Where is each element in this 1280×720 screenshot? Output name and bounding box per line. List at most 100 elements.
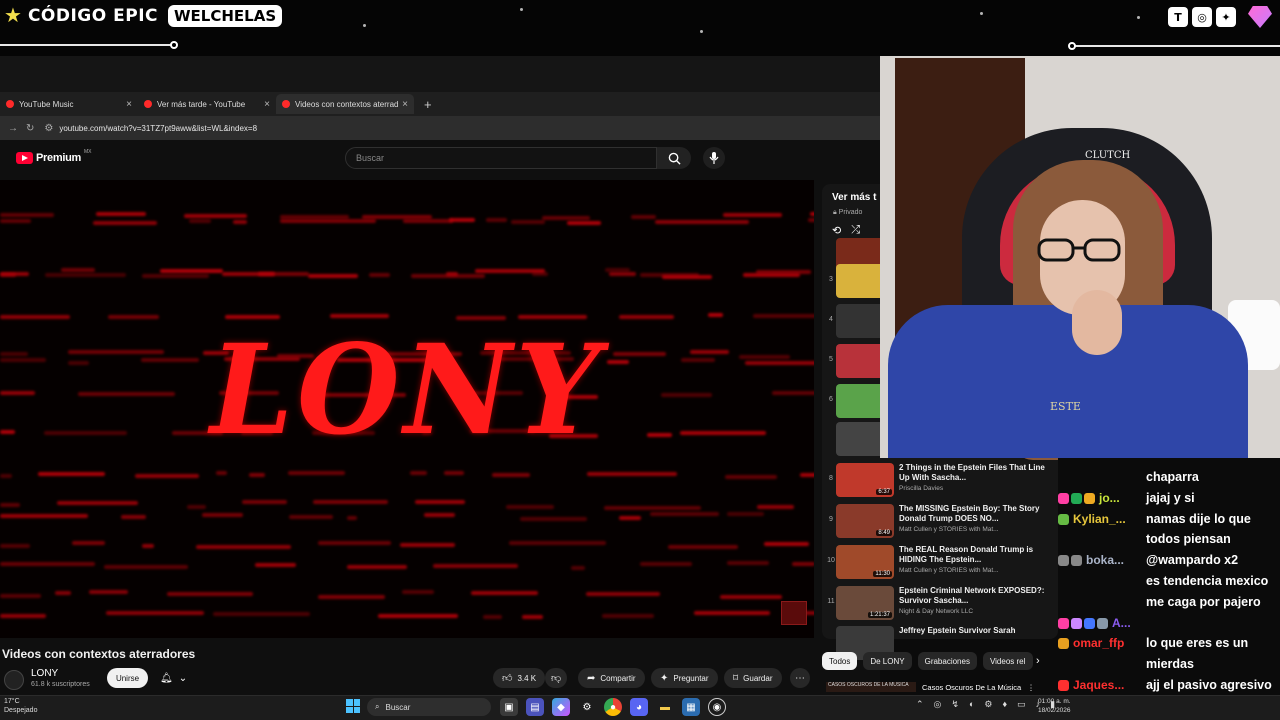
chip-from-channel[interactable]: De LONY [863, 652, 912, 670]
chat-username[interactable]: boka... [1086, 553, 1124, 567]
channel-name[interactable]: LONY [31, 668, 58, 679]
chrome-icon[interactable]: ● [604, 698, 622, 716]
chat-message: omar_ffp lo que eres es un [1058, 633, 1280, 654]
microphone-icon[interactable]: ♦ [1002, 699, 1007, 710]
playlist-item-channel: Matt Cullen y STORIES with Mat... [899, 567, 999, 574]
chat-username[interactable]: Kylian_... [1073, 512, 1126, 526]
glitch-streak [757, 505, 795, 510]
chat-badges [1058, 555, 1082, 567]
badge-icon [1071, 555, 1082, 567]
date: 18/02/2026 [1038, 707, 1071, 714]
chevron-down-icon: ⌄ [178, 672, 188, 684]
url-text[interactable]: youtube.com/watch?v=31TZ7pt9aww&list=WL&… [59, 124, 257, 133]
ask-button[interactable]: ✦ Preguntar [651, 668, 718, 688]
tray-app-icon[interactable]: ⚙ [984, 699, 992, 710]
recommended-video[interactable]: CASOS OSCUROS DE LA MÚSICA Casos Oscuros… [826, 680, 1056, 694]
playlist-item-index: 3 [829, 276, 833, 283]
close-icon[interactable]: × [402, 99, 408, 110]
task-view-icon[interactable]: ▣ [500, 698, 518, 716]
tray-app-icon[interactable]: ↯ [951, 699, 959, 710]
more-actions-button[interactable]: ⋯ [790, 668, 810, 688]
playlist-item-index: 4 [829, 316, 833, 323]
notifications-button[interactable]: 🔔︎ ⌄ [156, 668, 196, 688]
chat-text: todos piensan [1146, 532, 1231, 547]
share-label: Compartir [600, 673, 636, 683]
glitch-streak [726, 561, 770, 566]
join-button[interactable]: Unirse [107, 668, 148, 688]
glitch-streak [103, 564, 189, 569]
chat-username[interactable]: Jaques... [1073, 678, 1124, 692]
discord-icon[interactable]: ◕ [630, 698, 648, 716]
share-button[interactable]: ➦ Compartir [578, 668, 645, 688]
tab-current-video[interactable]: Videos con contextos aterradores × [276, 94, 414, 114]
forward-icon[interactable]: → [8, 123, 18, 134]
glitch-streak [120, 515, 147, 520]
chip-all[interactable]: Todos [822, 652, 858, 670]
glitch-streak [0, 514, 89, 519]
like-button[interactable]: 👍︎ 3.4 K [493, 668, 546, 688]
playlist-item-title: Jeffrey Epstein Survivor Sarah [899, 626, 1016, 635]
glitch-streak [0, 218, 32, 223]
badge-icon [1084, 492, 1095, 504]
search-button[interactable] [657, 147, 691, 169]
network-icon[interactable]: ▭ [1017, 699, 1026, 710]
glitch-streak [232, 220, 247, 225]
chip-recordings[interactable]: Grabaciones [917, 652, 977, 670]
channel-avatar[interactable] [4, 670, 24, 690]
close-icon[interactable]: × [126, 99, 132, 110]
glitch-streak [604, 505, 702, 510]
taskbar-search[interactable]: ⌕ Buscar [367, 698, 491, 716]
glitch-streak [201, 512, 244, 517]
tray-app-icon[interactable]: ◐ [969, 699, 974, 710]
badge-icon [1058, 492, 1069, 504]
voice-search-button[interactable] [703, 147, 725, 169]
filter-chips: Todos De LONY Grabaciones Videos rel [822, 652, 1033, 670]
playlist-item[interactable]: 9 8:49 The MISSING Epstein Boy: The Story … [822, 502, 1058, 542]
site-info-icon[interactable]: ⚙ [44, 123, 53, 134]
sparkle [980, 12, 983, 15]
new-tab-button[interactable]: + [424, 97, 432, 112]
dislike-button[interactable]: 👎︎ [545, 668, 568, 688]
playlist-item[interactable]: 8 6:37 2 Things in the Epstein Files That … [822, 461, 1058, 501]
glitch-streak [800, 472, 814, 477]
close-icon[interactable]: × [264, 99, 270, 110]
save-button[interactable]: ⌑ Guardar [724, 668, 782, 688]
chat-text: ajj el pasivo agresivo [1146, 678, 1272, 692]
start-button[interactable] [346, 699, 360, 713]
chevron-up-icon[interactable]: ⌃ [916, 699, 924, 710]
address-bar[interactable]: → ↻ ⚙ youtube.com/watch?v=31TZ7pt9aww&li… [0, 116, 880, 140]
teams-icon[interactable]: ▤ [526, 698, 544, 716]
obs-icon[interactable]: ◉ [708, 698, 726, 716]
weather-widget[interactable]: 17°C Despejado [4, 697, 37, 715]
folder-icon[interactable]: ▬ [656, 698, 674, 716]
taskbar-search-label: Buscar [385, 702, 411, 712]
chat-username[interactable]: omar_ffp [1073, 636, 1124, 650]
chat-username[interactable]: jo... [1099, 491, 1120, 505]
playlist-item-index: 10 [827, 557, 835, 564]
playlist-item[interactable]: 10 11:30 The REAL Reason Donald Trump is H… [822, 543, 1058, 583]
search-input[interactable]: Buscar [345, 147, 657, 169]
playlist-item[interactable]: 11 1:21:37 Epstein Criminal Network EXPOSE… [822, 584, 1058, 624]
chip-related[interactable]: Videos rel [982, 652, 1033, 670]
clock[interactable]: 01:00 a. m. 18/02/2026 [1038, 697, 1071, 715]
chat-message: boka... @wampardo x2 [1058, 550, 1280, 571]
glitch-streak [184, 213, 248, 218]
chat-username[interactable]: A... [1112, 616, 1131, 630]
youtube-logo[interactable]: Premium MX [16, 149, 91, 164]
playlist-item-index: 11 [827, 598, 835, 605]
copilot-icon[interactable]: ◆ [552, 698, 570, 716]
chevron-right-icon[interactable]: › [1036, 655, 1040, 667]
subscriber-count: 61.8 k suscriptores [31, 681, 90, 688]
tab-watch-later[interactable]: Ver más tarde - YouTube × [138, 94, 276, 114]
photos-icon[interactable]: ▦ [682, 698, 700, 716]
glitch-streak [618, 516, 641, 521]
playlist-item-text: Epstein Criminal Network EXPOSED?: Survi… [899, 586, 1049, 615]
tab-youtube-music[interactable]: YouTube Music × [0, 94, 138, 114]
badge-icon [1097, 617, 1108, 629]
tray-app-icon[interactable]: ◎ [934, 699, 942, 710]
more-icon[interactable]: ⋮ [1027, 683, 1035, 692]
reload-icon[interactable]: ↻ [26, 123, 34, 134]
settings-icon[interactable]: ⚙ [578, 698, 596, 716]
channel-watermark-icon[interactable] [781, 601, 807, 625]
playlist-title[interactable]: Ver más t [832, 192, 876, 203]
